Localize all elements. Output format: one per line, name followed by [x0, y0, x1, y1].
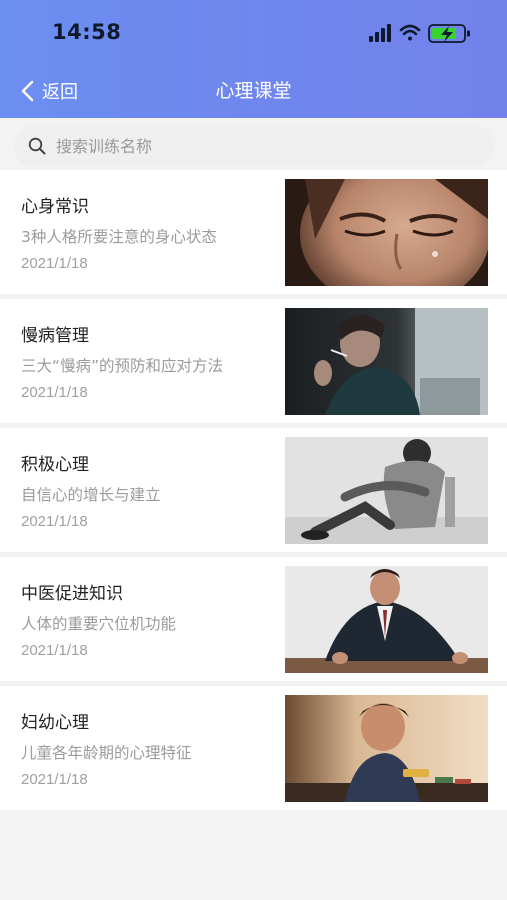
crying-woman-photo: [285, 179, 488, 286]
signal-icon: [369, 24, 391, 42]
search-input[interactable]: [54, 135, 458, 157]
wifi-icon: [399, 24, 421, 41]
list-item[interactable]: 积极心理 自信心的增长与建立 2021/1/18: [0, 428, 507, 552]
item-title: 心身常识: [21, 197, 89, 217]
item-subtitle: 自信心的增长与建立: [21, 486, 161, 504]
item-subtitle: 3种人格所要注意的身心状态: [21, 228, 217, 246]
item-date: 2021/1/18: [21, 642, 88, 659]
status-icons: [369, 22, 479, 46]
item-title: 妇幼心理: [21, 713, 89, 733]
item-title: 中医促进知识: [21, 584, 123, 604]
search-bar[interactable]: [14, 125, 494, 167]
angry-businessman-photo: [285, 566, 488, 673]
list-item[interactable]: 中医促进知识 人体的重要穴位机功能 2021/1/18: [0, 557, 507, 681]
item-date: 2021/1/18: [21, 255, 88, 272]
page-title: 心理课堂: [215, 80, 292, 102]
status-time: 14:58: [52, 20, 122, 44]
list-item[interactable]: 慢病管理 三大“慢病”的预防和应对方法 2021/1/18: [0, 299, 507, 423]
sitting-man-photo: [285, 437, 488, 544]
header-bar: 14:58 返回 心理课堂: [0, 0, 507, 118]
item-title: 积极心理: [21, 455, 89, 475]
search-icon: [28, 137, 46, 155]
course-list: 心身常识 3种人格所要注意的身心状态 2021/1/18 慢病管理 三大“慢病”…: [0, 170, 507, 815]
item-title: 慢病管理: [21, 326, 89, 346]
battery-icon: [428, 24, 470, 43]
item-date: 2021/1/18: [21, 771, 88, 788]
list-item[interactable]: 心身常识 3种人格所要注意的身心状态 2021/1/18: [0, 170, 507, 294]
child-playing-photo: [285, 695, 488, 802]
item-subtitle: 儿童各年龄期的心理特征: [21, 744, 192, 762]
list-item[interactable]: 妇幼心理 儿童各年龄期的心理特征 2021/1/18: [0, 686, 507, 810]
item-subtitle: 三大“慢病”的预防和应对方法: [21, 357, 224, 375]
smoking-man-photo: [285, 308, 488, 415]
item-date: 2021/1/18: [21, 384, 88, 401]
item-date: 2021/1/18: [21, 513, 88, 530]
item-subtitle: 人体的重要穴位机功能: [21, 615, 177, 633]
